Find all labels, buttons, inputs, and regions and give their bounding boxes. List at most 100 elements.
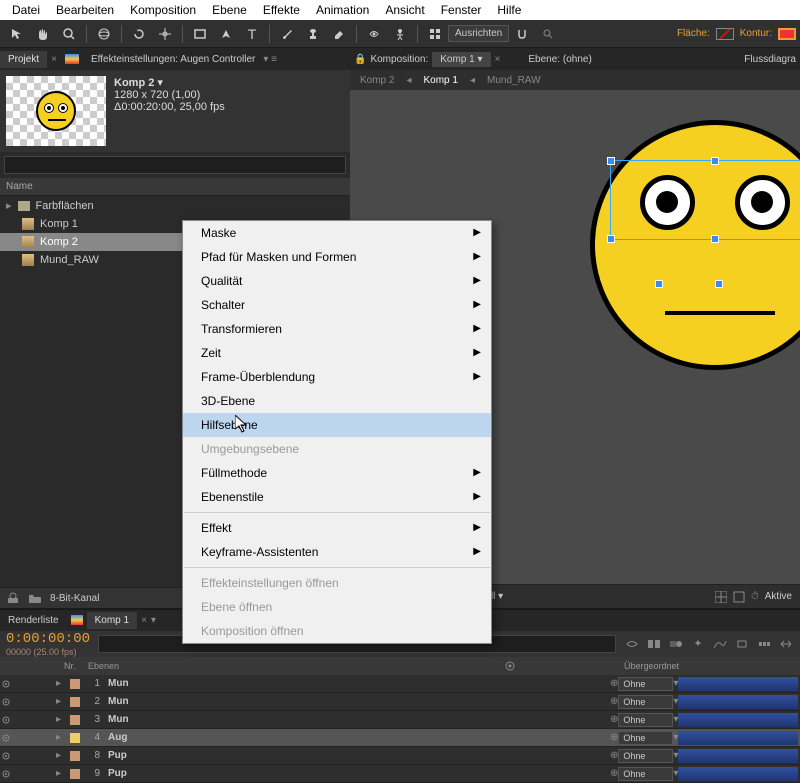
tab-project[interactable]: Projekt bbox=[0, 51, 47, 68]
timecode-icon[interactable]: ⏱ bbox=[751, 591, 759, 603]
snap-icon[interactable] bbox=[511, 23, 533, 45]
comp-tab[interactable]: Komp 1 ▾ bbox=[432, 52, 490, 67]
path-handle[interactable] bbox=[715, 280, 723, 288]
grid-icon[interactable] bbox=[424, 23, 446, 45]
tab-renderqueue[interactable]: Renderliste bbox=[0, 612, 67, 629]
interpret-icon[interactable] bbox=[6, 591, 20, 605]
selection-tool-icon[interactable] bbox=[6, 23, 28, 45]
align-button[interactable]: Ausrichten bbox=[448, 25, 509, 42]
pickwhip-icon[interactable]: ⊕ bbox=[610, 750, 618, 761]
col-number[interactable]: Nr. bbox=[60, 661, 80, 671]
layer-name[interactable]: Mun bbox=[104, 678, 500, 689]
visibility-icon[interactable] bbox=[0, 697, 14, 707]
layer-row[interactable]: ▸1Mun bbox=[0, 675, 500, 693]
stroke-swatch[interactable] bbox=[778, 28, 796, 40]
bpc-label[interactable]: 8-Bit-Kanal bbox=[50, 593, 99, 604]
zoom-tool-icon[interactable] bbox=[58, 23, 80, 45]
pickwhip-icon[interactable]: ⊕ bbox=[610, 768, 618, 779]
menu-effekte[interactable]: Effekte bbox=[255, 3, 308, 17]
menu-komposition[interactable]: Komposition bbox=[122, 3, 204, 17]
timeline-timecode[interactable]: 0:00:00:00 bbox=[6, 631, 90, 647]
layer-color[interactable] bbox=[70, 715, 80, 725]
lock-icon[interactable]: 🔒 bbox=[354, 54, 366, 65]
menu-fenster[interactable]: Fenster bbox=[433, 3, 490, 17]
ctx-keyframe-assistenten[interactable]: Keyframe-Assistenten▶ bbox=[183, 540, 491, 564]
menu-hilfe[interactable]: Hilfe bbox=[489, 3, 529, 17]
tab-effect-settings[interactable]: Effekteinstellungen: Augen Controller bbox=[83, 51, 263, 68]
grid-toggle-icon[interactable] bbox=[715, 591, 727, 603]
ctx-pfad-f-r-masken-und-formen[interactable]: Pfad für Masken und Formen▶ bbox=[183, 245, 491, 269]
draft3d-icon[interactable] bbox=[734, 636, 750, 652]
pickwhip-icon[interactable]: ⊕ bbox=[610, 696, 618, 707]
layer-row[interactable]: ▸2Mun bbox=[0, 693, 500, 711]
col-name[interactable]: Ebenen bbox=[84, 661, 496, 671]
ctx-schalter[interactable]: Schalter▶ bbox=[183, 293, 491, 317]
project-column-name[interactable]: Name bbox=[0, 178, 350, 196]
visibility-icon[interactable] bbox=[0, 679, 14, 689]
ctx-3d-ebene[interactable]: 3D-Ebene bbox=[183, 389, 491, 413]
tab-timeline-comp[interactable]: Komp 1 bbox=[87, 612, 137, 629]
menu-ansicht[interactable]: Ansicht bbox=[377, 3, 432, 17]
parent-dropdown[interactable]: Ohne bbox=[618, 767, 673, 781]
ctx-effekt[interactable]: Effekt▶ bbox=[183, 516, 491, 540]
parent-dropdown[interactable]: Ohne bbox=[618, 731, 673, 745]
rect-tool-icon[interactable] bbox=[189, 23, 211, 45]
search-icon[interactable] bbox=[537, 23, 559, 45]
shy-icon[interactable] bbox=[624, 636, 640, 652]
active-cam-label[interactable]: Aktive bbox=[765, 591, 792, 603]
ctx-hilfsebene[interactable]: Hilfsebene bbox=[183, 413, 491, 437]
stamp-tool-icon[interactable] bbox=[302, 23, 324, 45]
pickwhip-icon[interactable]: ⊕ bbox=[610, 714, 618, 725]
ctx-maske[interactable]: Maske▶ bbox=[183, 221, 491, 245]
rotate-tool-icon[interactable] bbox=[128, 23, 150, 45]
ctx-f-llmethode[interactable]: Füllmethode▶ bbox=[183, 461, 491, 485]
layer-track[interactable] bbox=[678, 695, 798, 709]
pickwhip-icon[interactable]: ⊕ bbox=[610, 732, 618, 743]
layer-track[interactable] bbox=[678, 767, 798, 781]
layer-track[interactable] bbox=[678, 713, 798, 727]
layer-name[interactable]: Pup bbox=[104, 750, 500, 761]
layer-color[interactable] bbox=[70, 751, 80, 761]
ctx-qualit-t[interactable]: Qualität▶ bbox=[183, 269, 491, 293]
col-parent[interactable]: Übergeordnet bbox=[620, 661, 683, 671]
visibility-icon[interactable] bbox=[0, 733, 14, 743]
layer-row[interactable]: ▸3Mun bbox=[0, 711, 500, 729]
layer-name[interactable]: Mun bbox=[104, 714, 500, 725]
visibility-icon[interactable] bbox=[0, 715, 14, 725]
ctx-zeit[interactable]: Zeit▶ bbox=[183, 341, 491, 365]
layer-row[interactable]: ▸9Pup bbox=[0, 765, 500, 783]
layer-track[interactable] bbox=[678, 749, 798, 763]
breadcrumb-item[interactable]: Komp 2 bbox=[360, 75, 394, 86]
fill-swatch[interactable] bbox=[716, 28, 734, 40]
project-item[interactable]: ▸Farbflächen bbox=[0, 196, 350, 215]
mask-toggle-icon[interactable] bbox=[733, 591, 745, 603]
menu-bearbeiten[interactable]: Bearbeiten bbox=[48, 3, 122, 17]
breadcrumb-item[interactable]: Mund_RAW bbox=[487, 75, 541, 86]
roto-tool-icon[interactable] bbox=[363, 23, 385, 45]
anchor-tool-icon[interactable] bbox=[154, 23, 176, 45]
layer-name[interactable]: Mun bbox=[104, 696, 500, 707]
text-tool-icon[interactable]: T bbox=[241, 23, 263, 45]
layer-track[interactable] bbox=[678, 677, 798, 691]
breadcrumb-item[interactable]: Komp 1 bbox=[424, 75, 458, 86]
layer-color[interactable] bbox=[70, 679, 80, 689]
ctx-transformieren[interactable]: Transformieren▶ bbox=[183, 317, 491, 341]
layer-color[interactable] bbox=[70, 733, 80, 743]
ctx-ebenenstile[interactable]: Ebenenstile▶ bbox=[183, 485, 491, 509]
parent-dropdown[interactable]: Ohne bbox=[618, 695, 673, 709]
parent-dropdown[interactable]: Ohne bbox=[618, 677, 673, 691]
pen-tool-icon[interactable] bbox=[215, 23, 237, 45]
menu-bar[interactable]: DateiBearbeitenKompositionEbeneEffekteAn… bbox=[0, 0, 800, 20]
ctx-frame-berblendung[interactable]: Frame-Überblendung▶ bbox=[183, 365, 491, 389]
graph-icon[interactable] bbox=[712, 636, 728, 652]
layer-name[interactable]: Pup bbox=[104, 768, 500, 779]
layer-context-menu[interactable]: Maske▶Pfad für Masken und Formen▶Qualitä… bbox=[182, 220, 492, 644]
visibility-icon[interactable] bbox=[0, 769, 14, 779]
comp-thumbnail[interactable] bbox=[6, 76, 106, 146]
scrub-icon[interactable] bbox=[756, 636, 772, 652]
flowchart-tab[interactable]: Flussdiagra bbox=[744, 54, 796, 65]
frame-blend-icon[interactable] bbox=[646, 636, 662, 652]
layer-color[interactable] bbox=[70, 769, 80, 779]
motion-blur-icon[interactable] bbox=[668, 636, 684, 652]
path-handle[interactable] bbox=[655, 280, 663, 288]
